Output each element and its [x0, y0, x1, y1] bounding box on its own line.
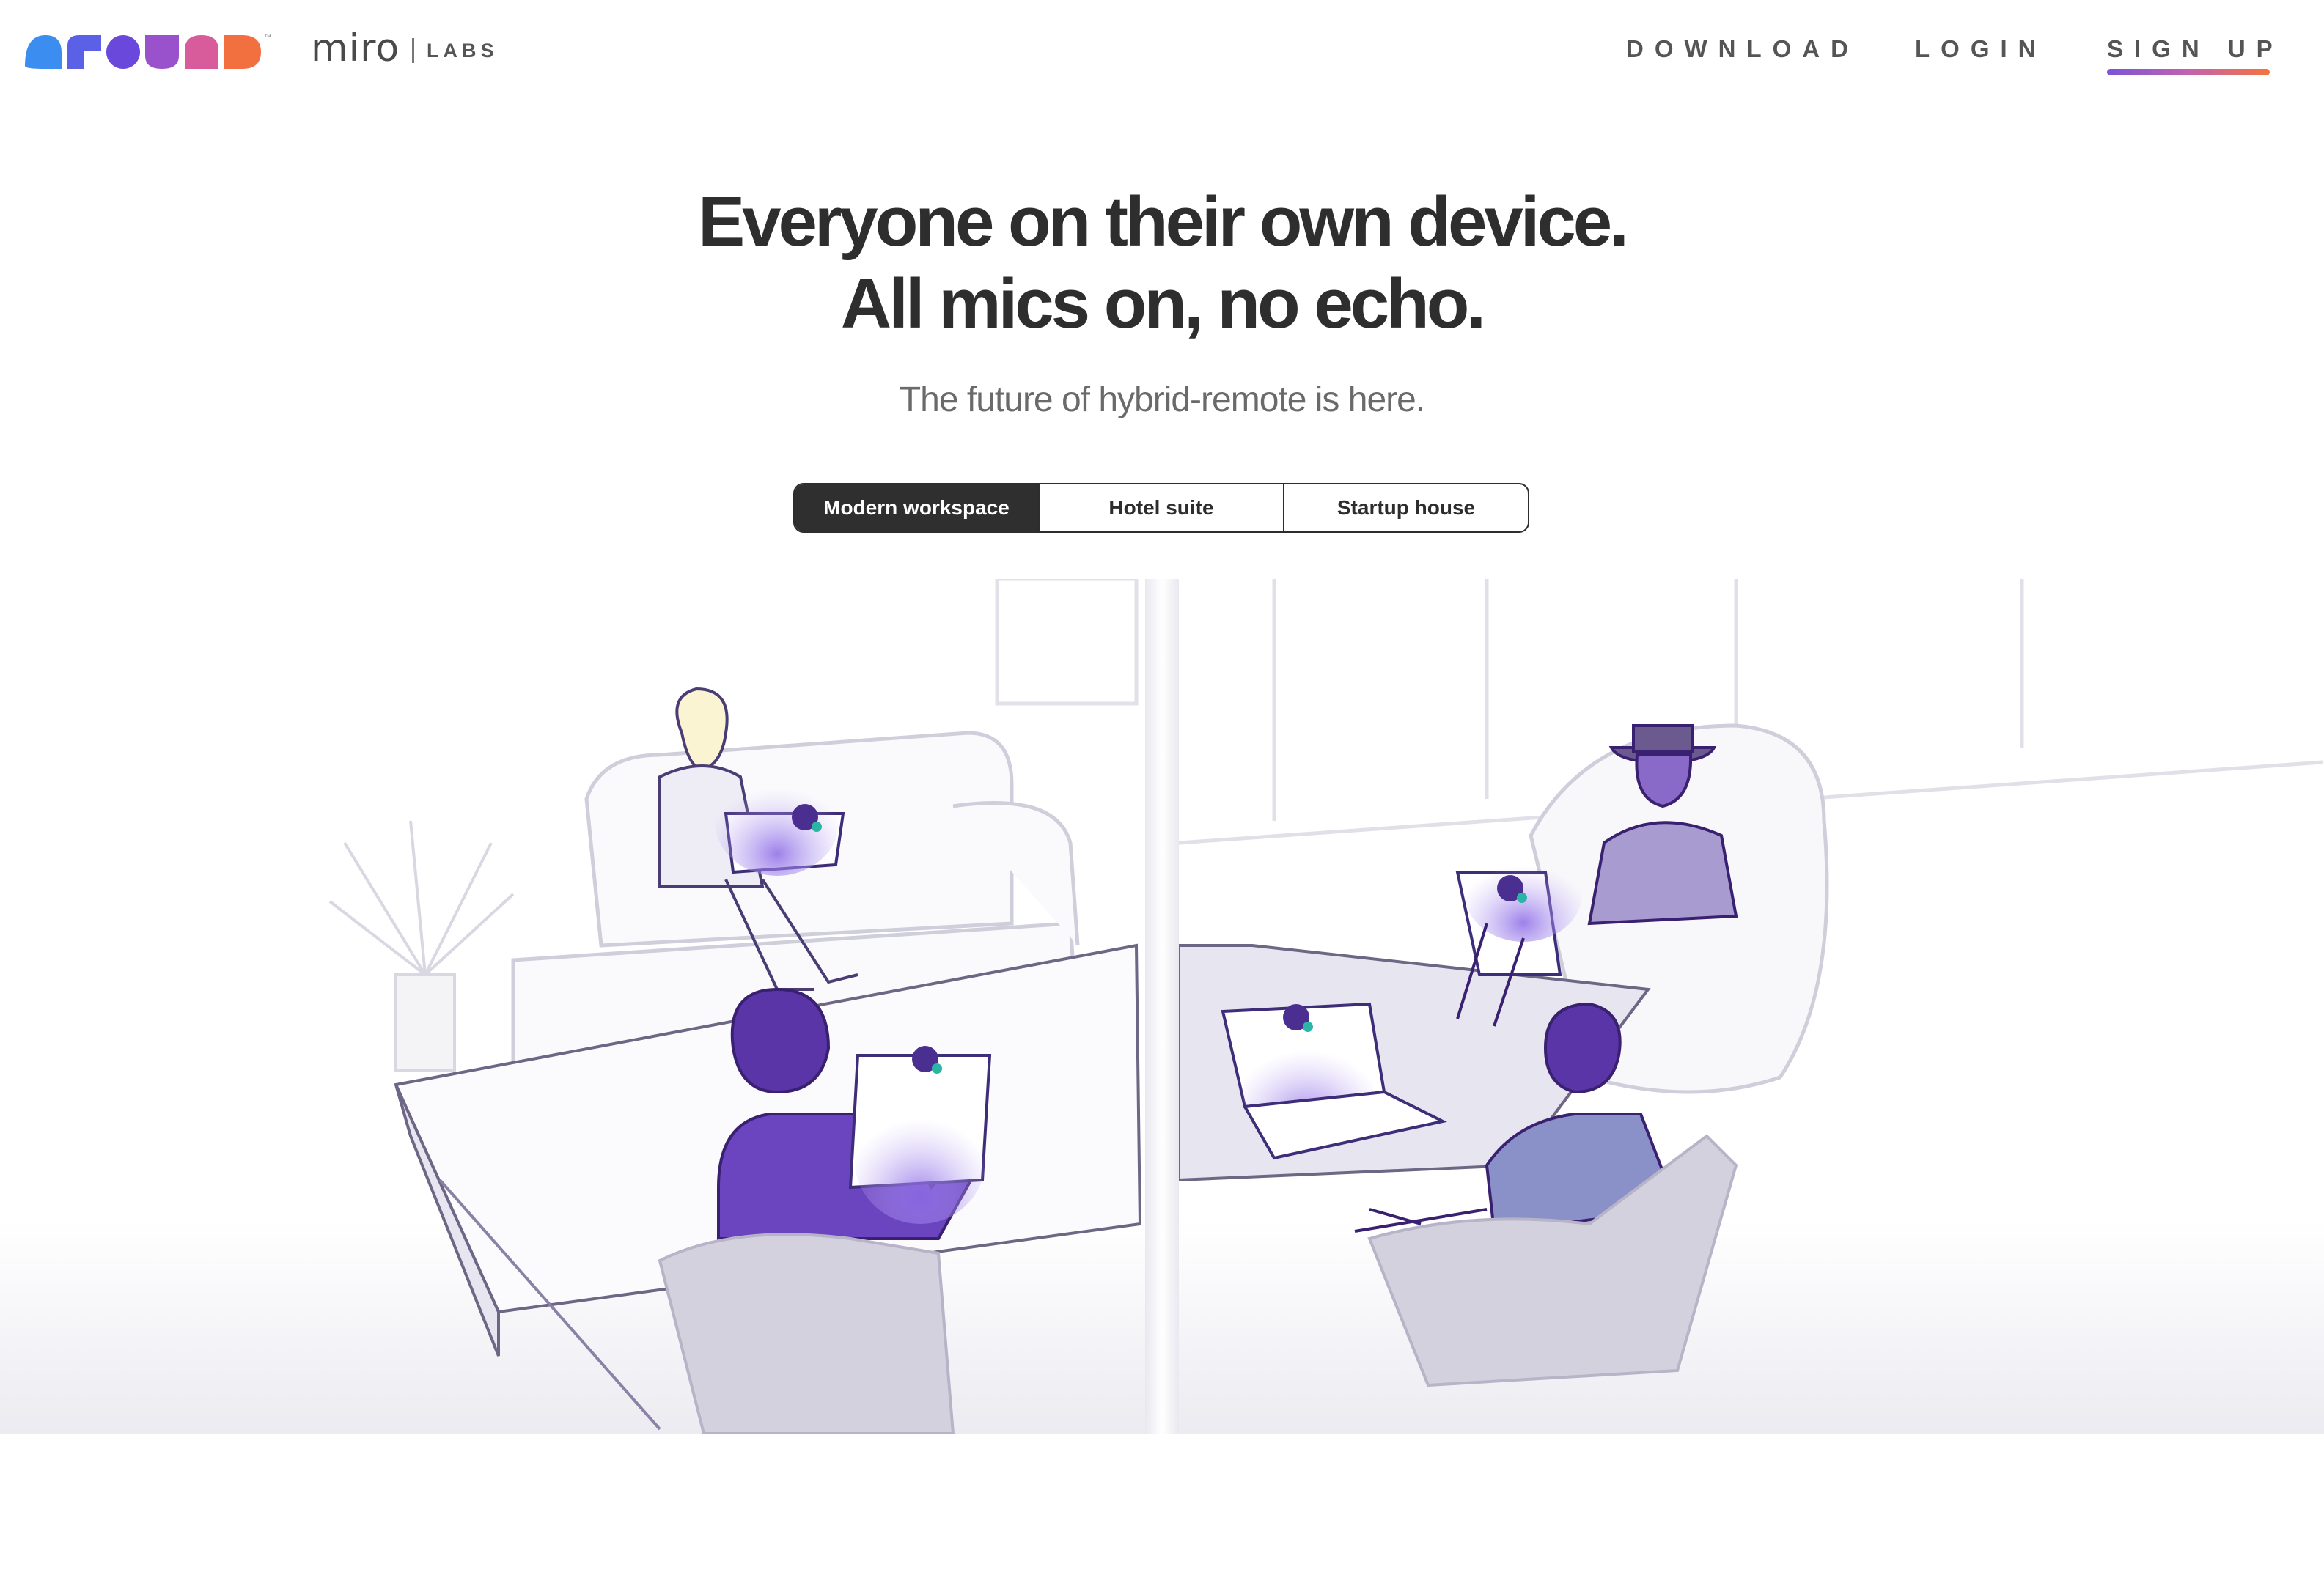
brand-separator: [412, 38, 414, 63]
illustration-left-panel: [0, 579, 1145, 1434]
signup-gradient-underline: [2107, 69, 2270, 75]
nav-signup-link[interactable]: SIGN UP: [2107, 35, 2284, 63]
panel-divider: [1145, 579, 1179, 1434]
scene-option-hotel-suite[interactable]: Hotel suite: [1040, 484, 1284, 531]
hybrid-office-illustration: [0, 579, 2324, 1436]
scene-option-startup-house[interactable]: Startup house: [1284, 484, 1528, 531]
illustration-right-panel: [1179, 579, 2324, 1434]
hero-headline-line-1: Everyone on their own device.: [698, 182, 1629, 261]
scene-switcher: Modern workspace Hotel suite Startup hou…: [793, 483, 1529, 533]
scene-option-modern-workspace[interactable]: Modern workspace: [795, 484, 1040, 531]
nav-login-link[interactable]: LOGIN: [1915, 35, 2047, 63]
miro-wordmark: miro: [311, 26, 400, 70]
nav-download-link[interactable]: DOWNLOAD: [1626, 35, 1859, 63]
hero-headline-line-2: All mics on, no echo.: [840, 265, 1486, 343]
hero-subheadline: The future of hybrid-remote is here.: [899, 380, 1425, 419]
brand-tm: ™: [264, 34, 271, 42]
labs-wordmark: LABS: [427, 40, 499, 62]
around-logo[interactable]: ™: [25, 28, 286, 73]
